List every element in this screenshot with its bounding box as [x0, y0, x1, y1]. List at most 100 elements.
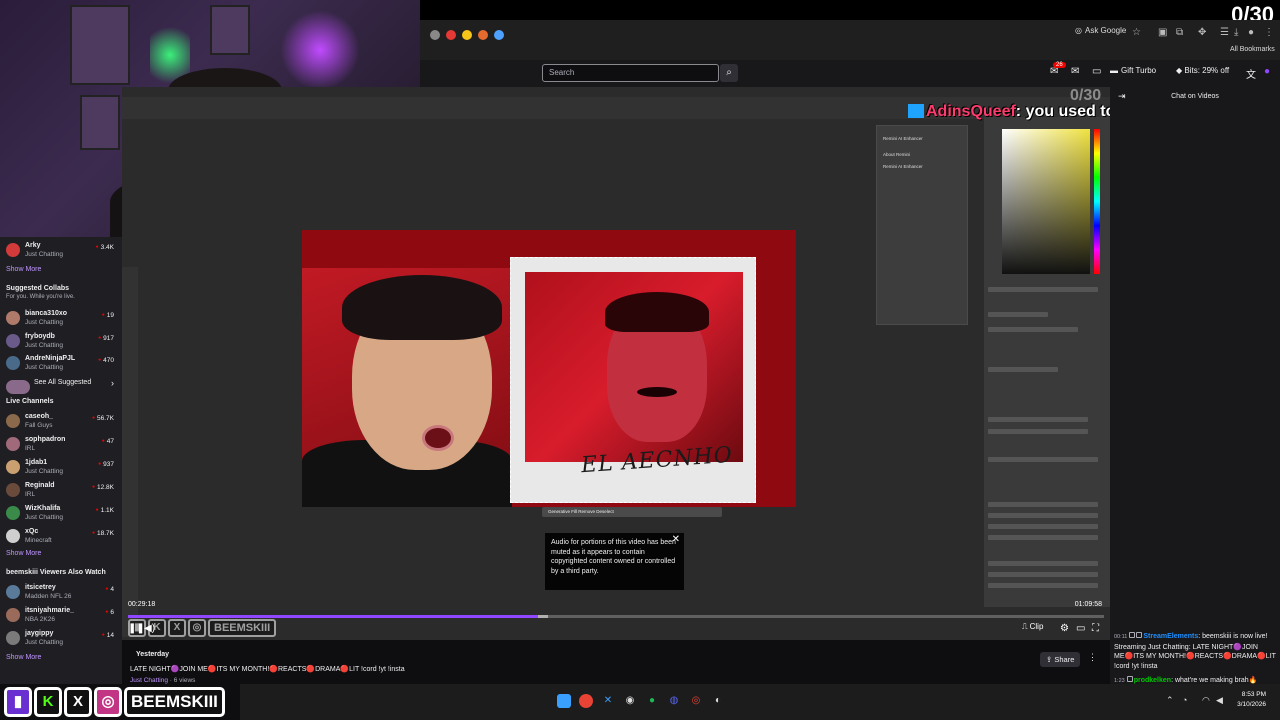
channel-category: Madden NFL 26 — [25, 593, 72, 600]
ask-google-button[interactable]: ◎ Ask Google — [1075, 26, 1126, 35]
menu-icon[interactable]: ⋮ — [1264, 27, 1274, 38]
fullscreen-button[interactable]: ⛶ — [1092, 623, 1099, 634]
bookmark-icon[interactable] — [430, 30, 440, 40]
sidebar-channel[interactable]: AndreNinjaPJL Just Chatting 470 — [6, 354, 118, 374]
see-all-label: See All Suggested — [34, 379, 92, 386]
wall-poster — [80, 95, 120, 150]
all-bookmarks-link[interactable]: All Bookmarks — [1230, 46, 1275, 53]
panel-row — [988, 367, 1058, 372]
spotify-icon[interactable]: ● — [645, 694, 659, 708]
sidebar-channel[interactable]: bianca310xo Just Chatting 19 — [6, 309, 118, 329]
stream-meta: Just Chatting · 6 views — [130, 677, 196, 684]
search-input[interactable]: Search — [542, 64, 719, 82]
sidebar-channel[interactable]: jaygippy Just Chatting 14 — [6, 629, 118, 649]
star-icon[interactable]: ☆ — [1132, 27, 1141, 38]
section-subtitle: For you. While you're live. — [6, 294, 75, 300]
translate-icon[interactable]: 文 — [1246, 66, 1256, 81]
hue-slider — [1094, 129, 1100, 274]
bits-button[interactable]: ◆ Bits: 29% off — [1176, 66, 1229, 75]
app-icon[interactable]: ◎ — [689, 694, 703, 708]
chat-panel: ⇥ Chat on Videos 00:11 StreamElements: be… — [1110, 87, 1280, 684]
show-more-link[interactable]: Show More — [6, 654, 41, 661]
viewer-count: 6 — [105, 609, 114, 616]
remini-plugin-panel: Remini AI Enhancer About Remini Remini A… — [876, 125, 968, 325]
copy-icon[interactable]: ⧉ — [1176, 27, 1183, 38]
portrait-hair — [605, 292, 709, 332]
sidebar-channel[interactable]: Reginald IRL 12.8K — [6, 481, 118, 501]
share-button[interactable]: ⇪ Share — [1040, 652, 1081, 667]
discord-icon[interactable]: ◍ — [667, 694, 681, 708]
system-clock[interactable]: 8:53 PM 3/10/2026 — [1237, 690, 1266, 710]
video-player[interactable]: Remini AI Enhancer About Remini Remini A… — [122, 87, 1110, 640]
sidebar-channel[interactable]: itsniyahmarie_ NBA 2K26 6 — [6, 606, 118, 626]
chrome-icon[interactable] — [579, 694, 593, 708]
channel-name: fryboydb — [25, 333, 55, 340]
more-options-button[interactable]: ⋮ — [1088, 652, 1097, 663]
viewer-count: 47 — [102, 438, 114, 445]
bookmark-icon[interactable] — [478, 30, 488, 40]
channel-name: Reginald — [25, 482, 55, 489]
tray-app-icon[interactable]: ◔ — [1182, 695, 1187, 705]
category-link[interactable]: Just Chatting — [130, 677, 168, 684]
profile-icon[interactable]: ● — [1248, 27, 1254, 38]
left-sidebar: Arky Just Chatting 3.4K Show More Sugges… — [0, 237, 122, 684]
sidebar-channel[interactable]: itsicetrey Madden NFL 26 4 — [6, 583, 118, 603]
x-logo-icon: X — [168, 619, 186, 637]
channel-category: NBA 2K26 — [25, 616, 55, 623]
sidebar-channel[interactable]: xQc Minecraft 18.7K — [6, 527, 118, 547]
avatar[interactable]: ● — [1264, 66, 1270, 77]
sidebar-channel[interactable]: caseoh_ Fall Guys 56.7K — [6, 412, 118, 432]
vscode-icon[interactable]: ✕ — [601, 694, 615, 708]
muted-audio-text: Audio for portions of this video has bee… — [551, 539, 676, 575]
sidebar-channel[interactable]: 1jdab1 Just Chatting 937 — [6, 458, 118, 478]
chat-username[interactable]: prodkelken — [1134, 677, 1171, 684]
sidebar-channel[interactable]: sophpadron IRL 47 — [6, 435, 118, 455]
bookmark-icon[interactable] — [462, 30, 472, 40]
gift-turbo-button[interactable]: ▬ Gift Turbo — [1110, 66, 1156, 75]
see-all-suggested-button[interactable]: See All Suggested › — [6, 378, 118, 398]
watermark-handle: BEEMSKIII — [208, 619, 277, 637]
chat-bubble-icon[interactable]: ▭ — [1092, 66, 1101, 77]
layer-row — [988, 572, 1098, 577]
sidebar-channel[interactable]: fryboydb Just Chatting 917 — [6, 332, 118, 352]
gift-icon: ▬ — [1110, 66, 1118, 75]
speaker-icon[interactable]: ◀ — [1216, 695, 1223, 706]
stream-brand-overlay: ▮ K X ◎ BEEMSKIII — [0, 684, 240, 720]
wall-poster — [210, 5, 250, 55]
settings-button[interactable]: ⚙ — [1060, 623, 1069, 634]
section-title: beemskiii Viewers Also Watch — [6, 569, 106, 576]
clip-button[interactable]: ⎍ Clip — [1022, 622, 1043, 632]
gear-icon: ⚙ — [1060, 623, 1069, 634]
photoshop-canvas: EL AECNHO — [302, 230, 796, 507]
chat-username[interactable]: StreamElements — [1143, 633, 1198, 640]
sidepanel-icon[interactable]: ☰ — [1220, 27, 1229, 38]
show-more-link[interactable]: Show More — [6, 550, 41, 557]
download-icon[interactable]: ⤓ — [1234, 27, 1238, 38]
color-picker — [1002, 129, 1090, 274]
panel-row — [988, 429, 1088, 434]
extension-icon[interactable]: ▣ — [1158, 27, 1167, 38]
wifi-icon[interactable]: ◠ — [1202, 695, 1210, 706]
bookmark-icon[interactable] — [446, 30, 456, 40]
extensions-puzzle-icon[interactable]: ✥ — [1198, 27, 1206, 38]
theatre-mode-button[interactable]: ▭ — [1076, 623, 1085, 634]
search-button[interactable]: ⌕ — [720, 64, 738, 82]
panel-row — [988, 312, 1048, 317]
close-icon[interactable]: ✕ — [672, 535, 680, 545]
sidebar-channel[interactable]: Arky Just Chatting 3.4K — [6, 241, 118, 261]
channel-name: itsniyahmarie_ — [25, 607, 75, 614]
avatar — [6, 311, 20, 325]
sidebar-channel[interactable]: WizKhalifa Just Chatting 1.1K — [6, 504, 118, 524]
tray-chevron-icon[interactable]: ⌃ — [1166, 695, 1174, 706]
show-more-link[interactable]: Show More — [6, 266, 41, 273]
pause-button[interactable]: ❚❚ — [128, 623, 145, 634]
channel-name: AndreNinjaPJL — [25, 355, 76, 362]
start-icon[interactable] — [557, 694, 571, 708]
obs-icon[interactable]: ◉ — [623, 694, 637, 708]
app-icon[interactable]: ◐ — [711, 694, 725, 708]
whispers-icon[interactable]: ✉ — [1071, 66, 1079, 77]
bookmark-icon[interactable] — [494, 30, 504, 40]
twitch-logo-icon: ▮ — [4, 687, 32, 717]
badge-icon — [1126, 676, 1133, 682]
volume-button[interactable]: ◀) — [144, 623, 155, 634]
